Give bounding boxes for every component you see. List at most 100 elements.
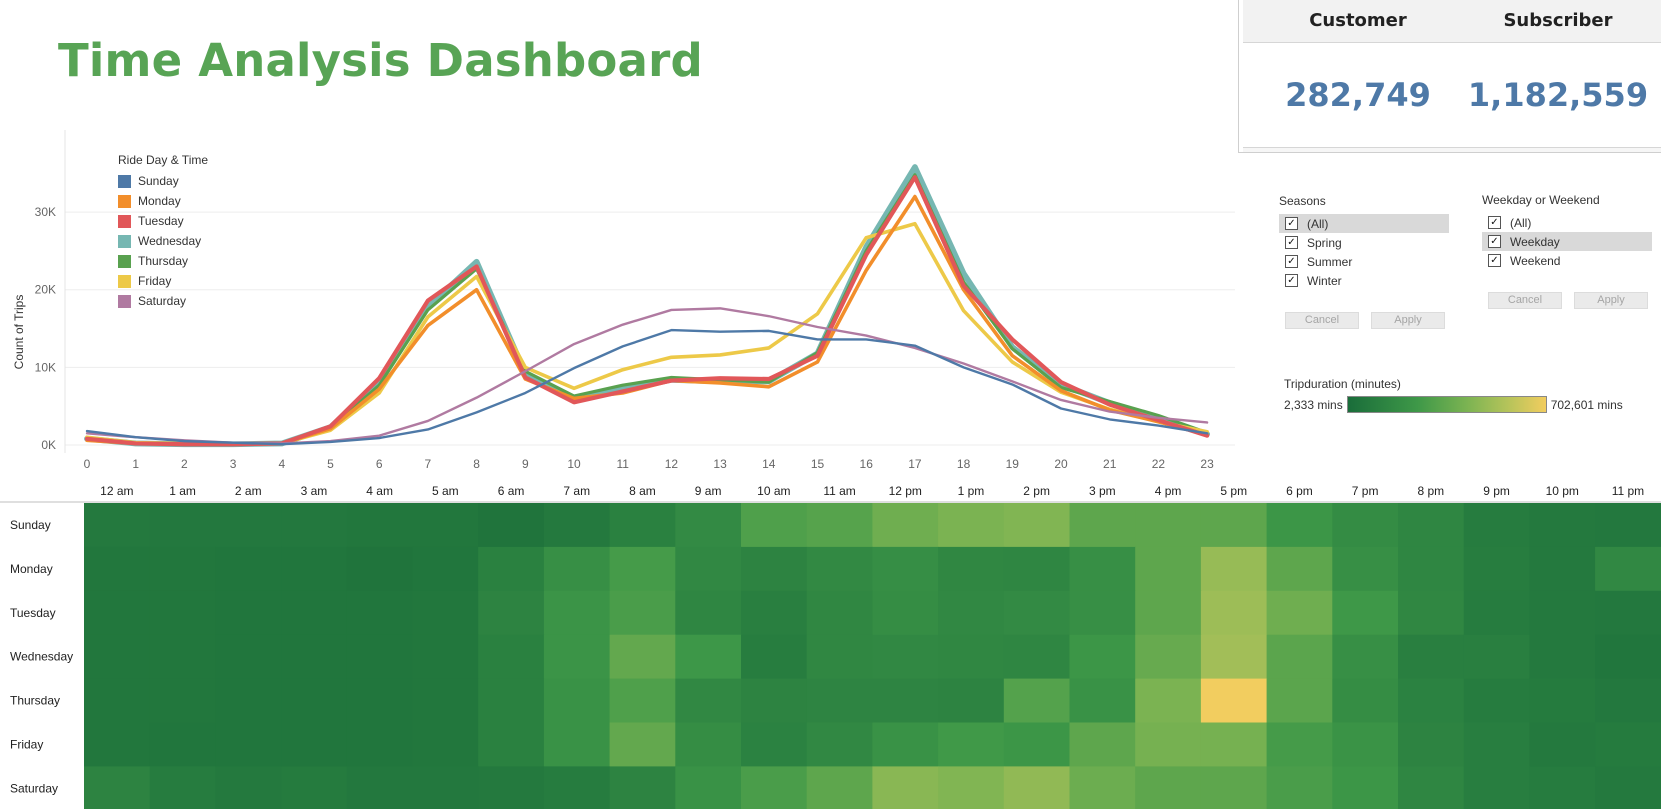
x-tick-label: 8 — [473, 457, 480, 471]
heatmap-cell — [412, 503, 479, 548]
legend-item-sunday[interactable]: Sunday — [118, 171, 208, 191]
x-tick-label: 6 — [376, 457, 383, 471]
kpi-subscriber-value: 1,182,559 — [1467, 76, 1649, 114]
heatmap-cell — [1529, 766, 1596, 809]
heatmap-cell — [1069, 546, 1136, 592]
checkbox[interactable]: ✓ — [1285, 217, 1298, 230]
x-tick-label: 10 — [567, 457, 581, 471]
legend-swatch — [118, 274, 131, 288]
heatmap-cell — [1266, 590, 1333, 636]
seasons-apply-button[interactable]: Apply — [1371, 312, 1445, 329]
heatmap-cell — [1595, 546, 1661, 592]
legend-item-wednesday[interactable]: Wednesday — [118, 231, 208, 251]
heatmap-cell — [346, 766, 414, 809]
checkbox[interactable]: ✓ — [1488, 235, 1501, 248]
heatmap-cell — [806, 722, 873, 767]
x-tick-label: 22 — [1152, 457, 1166, 471]
heatmap-cell — [1003, 678, 1071, 724]
option-label: Winter — [1307, 273, 1342, 288]
heatmap-cell — [741, 722, 808, 767]
heatmap-cell — [675, 590, 742, 636]
weekday-apply-button[interactable]: Apply — [1574, 292, 1648, 309]
series-line-friday — [85, 221, 1209, 447]
heatmap-cell — [543, 634, 611, 680]
heatmap-y-label: Tuesday — [10, 606, 56, 620]
heatmap-cell — [346, 678, 414, 724]
legend-item-tuesday[interactable]: Tuesday — [118, 211, 208, 231]
seasons-option-all[interactable]: ✓ (All) — [1279, 214, 1449, 233]
legend-title: Ride Day & Time — [118, 153, 209, 167]
heatmap-x-label: 7 am — [563, 484, 590, 498]
x-tick-label: 13 — [713, 457, 727, 471]
checkbox[interactable]: ✓ — [1285, 274, 1298, 287]
weekday-option-weekend[interactable]: ✓ Weekend — [1482, 251, 1652, 270]
legend-item-thursday[interactable]: Thursday — [118, 251, 208, 271]
heatmap-x-label: 11 am — [823, 484, 855, 498]
checkbox[interactable]: ✓ — [1488, 216, 1501, 229]
heatmap-cell — [478, 546, 545, 592]
heatmap-cell — [609, 503, 676, 548]
heatmap-cell — [478, 503, 545, 548]
heatmap-cell — [1398, 634, 1465, 680]
heatmap-cell — [1200, 722, 1268, 767]
color-legend-min: 2,333 mins — [1284, 397, 1343, 412]
legend-item-saturday[interactable]: Saturday — [118, 291, 208, 311]
seasons-cancel-button[interactable]: Cancel — [1285, 312, 1359, 329]
heatmap-cell — [1529, 546, 1596, 592]
seasons-option-spring[interactable]: ✓ Spring — [1279, 233, 1449, 252]
heatmap-x-label: 12 pm — [889, 484, 922, 498]
heatmap-y-label: Sunday — [10, 518, 51, 532]
heatmap-x-label: 1 pm — [958, 484, 985, 498]
heatmap-cell — [609, 590, 676, 636]
legend-item-friday[interactable]: Friday — [118, 271, 208, 291]
heatmap-cell — [1463, 546, 1530, 592]
heatmap-x-label: 10 am — [757, 484, 790, 498]
heatmap-x-label: 9 am — [695, 484, 722, 498]
checkbox[interactable]: ✓ — [1285, 255, 1298, 268]
heatmap-cell — [346, 590, 414, 636]
weekday-filter-title: Weekday or Weekend — [1482, 193, 1600, 207]
heatmap-cell — [872, 766, 939, 809]
y-tick-label: 0K — [41, 438, 56, 452]
seasons-option-summer[interactable]: ✓ Summer — [1279, 252, 1449, 271]
heatmap-x-label: 10 pm — [1546, 484, 1579, 498]
heatmap-cell — [281, 722, 348, 767]
heatmap-cell — [1266, 546, 1333, 592]
heatmap-cell — [215, 766, 282, 809]
heatmap-cell — [215, 634, 282, 680]
heatmap-cell — [412, 766, 479, 809]
heatmap-cell — [215, 678, 282, 724]
heatmap-cell — [741, 678, 808, 724]
heatmap-cell — [1069, 634, 1136, 680]
heatmap-cell — [543, 766, 611, 809]
heatmap-cell — [1266, 766, 1333, 809]
heatmap-cell — [1529, 634, 1596, 680]
checkbox[interactable]: ✓ — [1488, 254, 1501, 267]
kpi-customer-label: Customer — [1309, 10, 1407, 31]
heatmap-cell — [1003, 503, 1071, 548]
heatmap-cell — [346, 722, 414, 767]
heatmap-cell — [412, 722, 479, 767]
weekday-option-all[interactable]: ✓ (All) — [1482, 213, 1652, 232]
heatmap-cell — [1003, 590, 1071, 636]
heatmap-cell — [1200, 766, 1268, 809]
heatmap-cell — [609, 722, 676, 767]
heatmap-x-label: 4 am — [366, 484, 393, 498]
heatmap-cell — [149, 546, 216, 592]
heatmap-cell — [84, 546, 151, 592]
legend-item-monday[interactable]: Monday — [118, 191, 208, 211]
checkbox[interactable]: ✓ — [1285, 236, 1298, 249]
weekday-option-weekday[interactable]: ✓ Weekday — [1482, 232, 1652, 251]
heatmap-y-label: Thursday — [10, 694, 60, 708]
heatmap-cell — [675, 722, 742, 767]
heatmap-cell — [1266, 722, 1333, 767]
weekday-cancel-button[interactable]: Cancel — [1488, 292, 1562, 309]
heatmap-x-label: 11 pm — [1612, 484, 1644, 498]
heatmap-x-label: 6 pm — [1286, 484, 1313, 498]
heatmap-x-label: 4 pm — [1155, 484, 1182, 498]
heatmap-cell — [84, 678, 151, 724]
legend-label: Tuesday — [138, 214, 184, 228]
heatmap-cell — [149, 590, 216, 636]
seasons-option-winter[interactable]: ✓ Winter — [1279, 271, 1449, 290]
seasons-filter: Seasons ✓ (All) ✓ Spring ✓ Summer ✓ Winter Canc… — [1279, 194, 1449, 329]
